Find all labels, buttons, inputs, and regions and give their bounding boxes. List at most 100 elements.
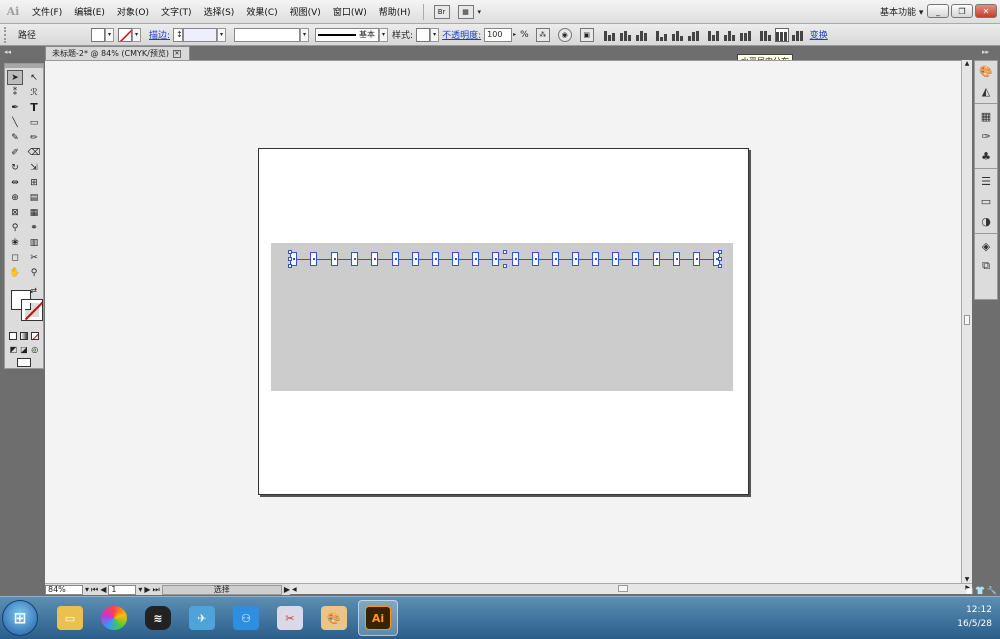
swatches-icon[interactable]: ▦ <box>975 106 997 126</box>
small-rectangle[interactable] <box>592 252 599 266</box>
draw-normal-icon[interactable]: ◩ <box>9 344 18 354</box>
brush-definition[interactable]: 基本 <box>315 27 380 42</box>
bounding-handle[interactable] <box>288 264 292 268</box>
menu-select[interactable]: 选择(S) <box>198 5 241 18</box>
status-label[interactable]: 选择 <box>161 584 282 595</box>
mesh-tool-icon[interactable]: ⊠ <box>7 205 23 220</box>
gradient-icon[interactable] <box>20 332 28 340</box>
small-rectangle[interactable] <box>693 252 700 266</box>
distribute-right-icon[interactable] <box>791 29 804 41</box>
bounding-handle[interactable] <box>288 250 292 254</box>
workspace-switcher[interactable]: 基本功能 ▾ <box>880 5 923 18</box>
stroke-color-swatch[interactable] <box>21 299 43 321</box>
menu-window[interactable]: 窗口(W) <box>327 5 373 18</box>
selection-tool-icon[interactable]: ➤ <box>7 70 23 85</box>
menu-edit[interactable]: 编辑(E) <box>68 5 111 18</box>
bounding-handle[interactable] <box>718 257 722 261</box>
draw-inside-icon[interactable]: ◎ <box>30 344 39 354</box>
small-rectangle[interactable] <box>572 252 579 266</box>
lasso-tool-icon[interactable]: ℛ <box>26 85 42 100</box>
vertical-scrollbar[interactable]: ▲ ▼ <box>961 60 972 583</box>
small-rectangle[interactable] <box>371 252 378 266</box>
menu-file[interactable]: 文件(F) <box>26 5 68 18</box>
small-rectangle[interactable] <box>472 252 479 266</box>
free-transform-tool-icon[interactable]: ⊞ <box>26 175 42 190</box>
distribute-bottom-icon[interactable] <box>739 29 752 41</box>
expand-panels-icon[interactable]: ▸▸ <box>982 48 989 56</box>
small-rectangle[interactable] <box>612 252 619 266</box>
horizontal-scrollbar[interactable]: ◀ ▶ <box>290 583 972 594</box>
blob-brush-tool-icon[interactable]: ✐ <box>7 145 23 160</box>
rectangle-tool-icon[interactable]: ▭ <box>26 115 42 130</box>
slice-tool-icon[interactable]: ✂ <box>26 250 42 265</box>
menu-effect[interactable]: 效果(C) <box>240 5 283 18</box>
scroll-left-icon[interactable]: ◀ <box>290 586 297 593</box>
system-clock[interactable]: 12:12 16/5/28 <box>957 603 992 631</box>
zoom-tool-icon[interactable]: ⚲ <box>26 265 42 280</box>
layers-icon[interactable]: ◈ <box>975 236 997 256</box>
stroke-weight-input[interactable] <box>183 27 218 42</box>
distribute-left-icon[interactable] <box>759 29 772 41</box>
scroll-thumb[interactable] <box>964 315 970 325</box>
small-rectangle[interactable] <box>392 252 399 266</box>
column-graph-tool-icon[interactable]: ▥ <box>26 235 42 250</box>
taskbar-palette-app[interactable]: 🎨 <box>314 600 354 636</box>
bounding-handle[interactable] <box>718 250 722 254</box>
small-rectangle[interactable] <box>310 252 317 266</box>
eraser-tool-icon[interactable]: ⌫ <box>26 145 42 160</box>
bounding-handle[interactable] <box>503 264 507 268</box>
taskbar-network-app[interactable]: ⚇ <box>226 600 266 636</box>
last-artboard-icon[interactable]: ⏭ <box>153 585 160 595</box>
prev-artboard-icon[interactable]: ◀ <box>100 585 106 594</box>
opacity-input[interactable]: 100 <box>484 27 513 42</box>
none-icon[interactable] <box>31 332 39 340</box>
small-rectangle[interactable] <box>512 252 519 266</box>
small-rectangle[interactable] <box>632 252 639 266</box>
chevron-down-icon[interactable]: ▾ <box>217 27 227 42</box>
menu-view[interactable]: 视图(V) <box>284 5 327 18</box>
stroke-swatch[interactable] <box>118 27 132 42</box>
align-vcenter-icon[interactable] <box>671 29 684 41</box>
zoom-field[interactable]: 84% <box>45 584 83 595</box>
shape-builder-tool-icon[interactable]: ⊕ <box>7 190 23 205</box>
eyedropper-tool-icon[interactable]: ⚲ <box>7 220 23 235</box>
chevron-down-icon[interactable]: ▾ <box>138 585 142 594</box>
stroke-weight-stepper[interactable]: ↕ <box>173 27 184 42</box>
scroll-down-icon[interactable]: ▼ <box>962 576 972 583</box>
bounding-handle[interactable] <box>503 250 507 254</box>
color-guide-icon[interactable]: ◭ <box>975 81 997 101</box>
close-button[interactable]: ✕ <box>975 4 997 18</box>
restore-button[interactable]: ❐ <box>951 4 973 18</box>
artboards-icon[interactable]: ⧉ <box>975 256 997 276</box>
hand-tool-icon[interactable]: ✋ <box>7 265 23 280</box>
color-icon[interactable]: 🎨 <box>975 61 997 81</box>
symbols-icon[interactable]: ♣ <box>975 146 997 166</box>
arrange-documents-icon[interactable]: ▦ <box>457 4 474 19</box>
chevron-down-icon[interactable]: ▾ <box>85 585 89 594</box>
blend-tool-icon[interactable]: ⚭ <box>26 220 42 235</box>
distribute-top-icon[interactable] <box>707 29 720 41</box>
gradient-tool-icon[interactable]: ▦ <box>26 205 42 220</box>
pencil-tool-icon[interactable]: ✏ <box>26 130 42 145</box>
small-rectangle[interactable] <box>351 252 358 266</box>
distribute-vcenter-icon[interactable] <box>723 29 736 41</box>
magic-wand-tool-icon[interactable]: ⁑ <box>7 85 23 100</box>
transparency-icon[interactable]: ◑ <box>975 211 997 231</box>
artboard-tool-icon[interactable]: ◻ <box>7 250 23 265</box>
taskbar-paint-app[interactable]: ✂ <box>270 600 310 636</box>
type-tool-icon[interactable]: T <box>26 100 42 115</box>
menu-help[interactable]: 帮助(H) <box>373 5 417 18</box>
screen-mode-icon[interactable] <box>5 356 43 372</box>
taskbar-wifi-app[interactable]: ≋ <box>138 600 178 636</box>
bounding-handle[interactable] <box>288 257 292 261</box>
gradient-icon[interactable]: ▭ <box>975 191 997 211</box>
minimize-icon[interactable]: ▣ <box>966 586 974 596</box>
status-menu-icon[interactable]: ▶ <box>284 585 290 594</box>
document-tab[interactable]: 未标题-2* @ 84% (CMYK/预览) ✕ <box>45 46 190 60</box>
align-left-icon[interactable] <box>603 29 616 41</box>
color-icon[interactable] <box>9 332 17 340</box>
swap-fill-stroke-icon[interactable]: ⇄ <box>30 286 37 295</box>
scroll-up-icon[interactable]: ▲ <box>962 60 972 67</box>
gray-rectangle[interactable] <box>271 243 733 391</box>
start-button[interactable]: ⊞ <box>2 600 38 636</box>
